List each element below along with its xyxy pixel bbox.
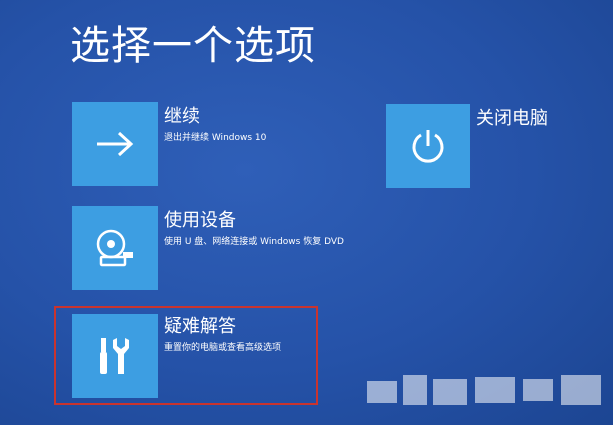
troubleshoot-tile[interactable] bbox=[72, 314, 158, 398]
use-device-title: 使用设备 bbox=[164, 210, 236, 231]
arrow-right-icon bbox=[97, 131, 134, 157]
continue-tile[interactable] bbox=[72, 102, 158, 186]
power-icon bbox=[412, 130, 444, 163]
use-device-tile[interactable] bbox=[72, 206, 158, 290]
tools-icon bbox=[100, 338, 129, 374]
continue-description: 退出并继续 Windows 10 bbox=[164, 133, 267, 143]
troubleshoot-title: 疑难解答 bbox=[164, 316, 236, 337]
troubleshoot-description: 重置你的电脑或查看高级选项 bbox=[164, 343, 282, 353]
shutdown-title: 关闭电脑 bbox=[476, 108, 548, 129]
watermark bbox=[367, 363, 605, 417]
shutdown-option[interactable]: 关闭电脑 bbox=[386, 104, 586, 192]
continue-option[interactable]: 继续 退出并继续 Windows 10 bbox=[72, 102, 332, 190]
use-device-description: 使用 U 盘、网络连接或 Windows 恢复 DVD bbox=[164, 237, 344, 247]
continue-title: 继续 bbox=[164, 106, 200, 127]
shutdown-tile[interactable] bbox=[386, 104, 470, 188]
disc-drive-icon bbox=[96, 229, 133, 267]
page-title: 选择一个选项 bbox=[70, 23, 316, 69]
use-device-option[interactable]: 使用设备 使用 U 盘、网络连接或 Windows 恢复 DVD bbox=[72, 206, 372, 294]
troubleshoot-option[interactable]: 疑难解答 重置你的电脑或查看高级选项 bbox=[54, 306, 318, 405]
